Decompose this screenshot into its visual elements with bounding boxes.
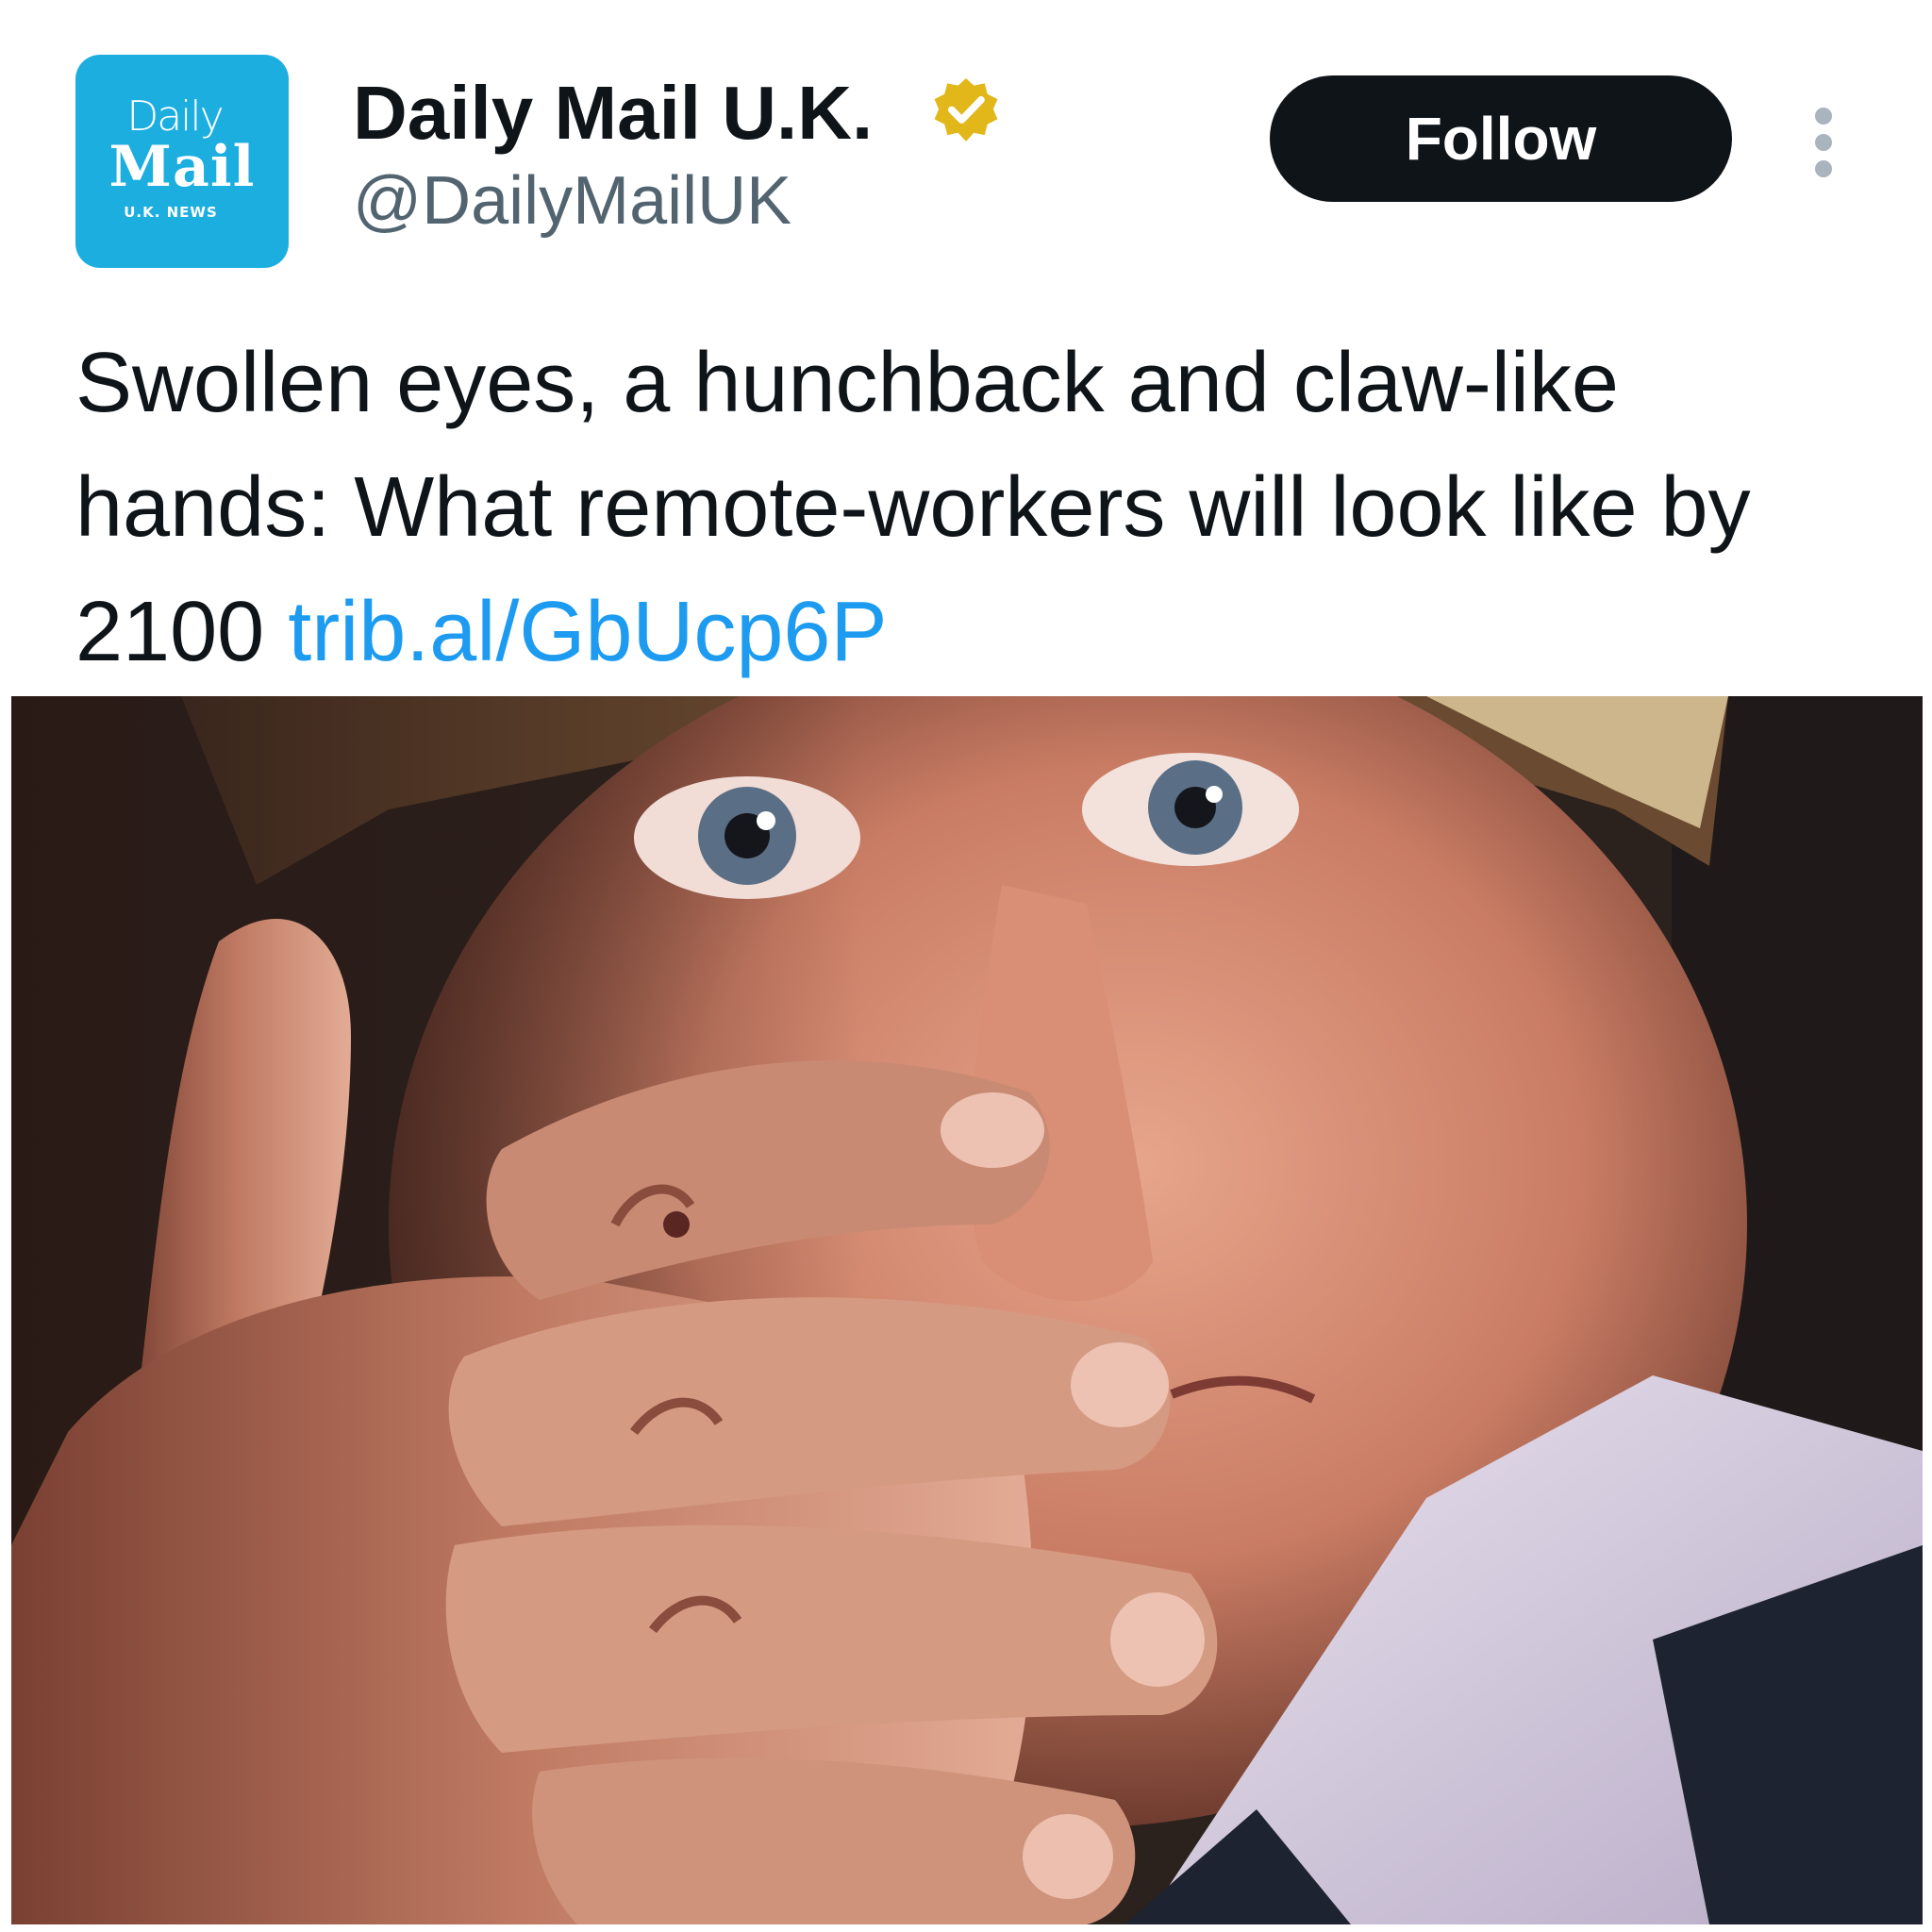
- avatar-logo-line2: Mail: [108, 134, 256, 200]
- photo-of-man-covering-mouth-with-hand: [11, 696, 1923, 1924]
- account-avatar[interactable]: Daily Mail U.K. NEWS: [75, 55, 289, 268]
- tweet-photo[interactable]: [11, 696, 1923, 1924]
- more-vertical-icon-dot: [1815, 134, 1832, 151]
- tweet-text: Swollen eyes, a hunchback and claw-like …: [75, 321, 1896, 694]
- avatar-logo-line3: U.K. NEWS: [124, 204, 218, 221]
- account-handle[interactable]: @DailyMailUK: [353, 162, 791, 240]
- follow-button[interactable]: Follow: [1270, 75, 1732, 202]
- tweet-card: Daily Mail U.K. NEWS Daily Mail U.K. @Da…: [0, 0, 1932, 1932]
- more-options-button[interactable]: [1792, 91, 1853, 194]
- tweet-link[interactable]: trib.al/GbUcp6P: [288, 585, 887, 679]
- account-display-name[interactable]: Daily Mail U.K.: [353, 70, 873, 157]
- more-vertical-icon: [1815, 108, 1832, 125]
- more-vertical-icon-dot: [1815, 160, 1832, 177]
- verified-badge-icon: [934, 78, 998, 142]
